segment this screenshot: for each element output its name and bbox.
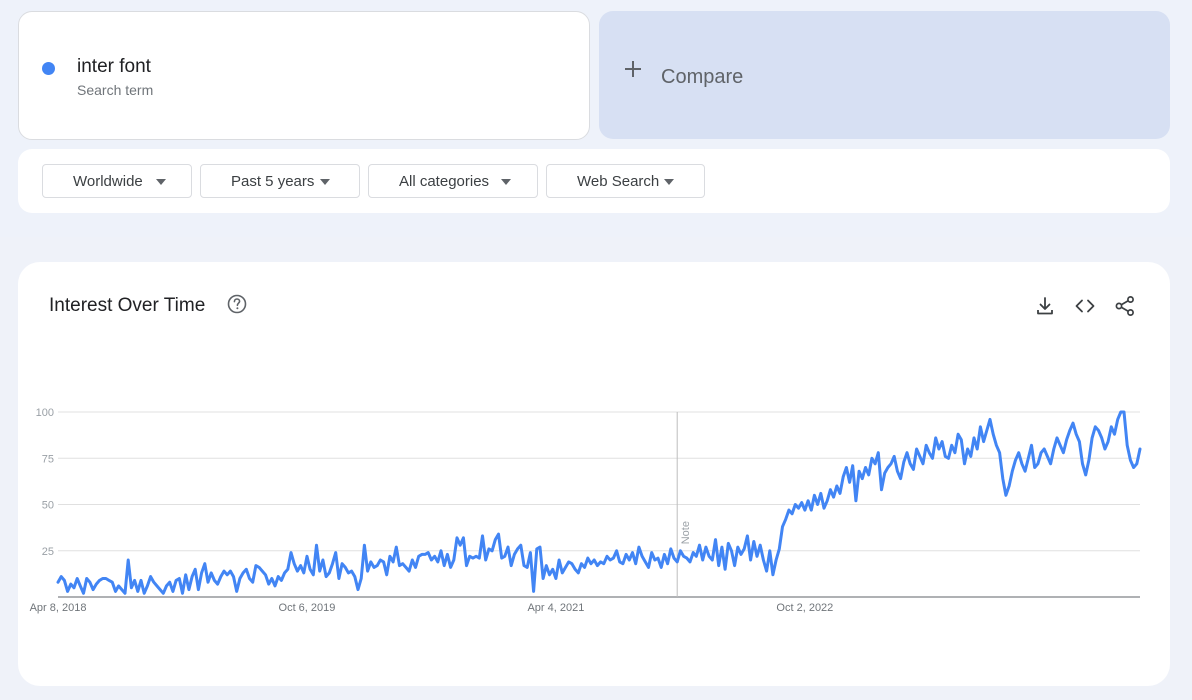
plus-icon [625,61,641,77]
search-term-sublabel: Search term [77,82,154,98]
chevron-down-icon [501,179,511,185]
filter-category-dropdown[interactable]: All categories [368,164,538,198]
y-tick-label: 75 [42,453,54,465]
chevron-down-icon [156,179,166,185]
search-term-card[interactable]: inter font Search term [18,11,590,140]
filter-region-label: Worldwide [73,173,143,190]
chevron-down-icon [664,179,674,185]
filter-category-label: All categories [399,173,490,190]
filter-property-label: Web Search [577,173,660,190]
x-tick-label: Oct 2, 2022 [776,602,833,614]
compare-button[interactable]: Compare [599,11,1170,139]
y-tick-label: 100 [36,407,54,419]
chevron-down-icon [320,179,330,185]
interest-line-chart: 25 50 75 100 Apr 8, 2018 Oct 6, 2019 Apr 4, 20… [30,407,1142,614]
search-term-name[interactable]: inter font [77,56,151,78]
y-tick-label: 25 [42,546,54,558]
compare-label: Compare [661,66,744,88]
x-tick-label: Apr 4, 2021 [527,602,584,614]
term-color-dot [42,62,55,75]
filter-time-dropdown[interactable]: Past 5 years [200,164,360,198]
series-line-inter-font [56,410,1142,595]
x-tick-label: Apr 8, 2018 [30,602,87,614]
interest-over-time-card: Interest Over Time 25 50 75 100 Apr 8, 2018 O… [18,262,1170,686]
filter-bar: Worldwide Past 5 years All categories We… [18,149,1170,213]
filter-time-label: Past 5 years [231,173,315,190]
annotation-label: Note [680,521,692,544]
filter-region-dropdown[interactable]: Worldwide [42,164,192,198]
filter-property-dropdown[interactable]: Web Search [546,164,705,198]
y-tick-label: 50 [42,500,54,512]
x-tick-label: Oct 6, 2019 [279,602,336,614]
